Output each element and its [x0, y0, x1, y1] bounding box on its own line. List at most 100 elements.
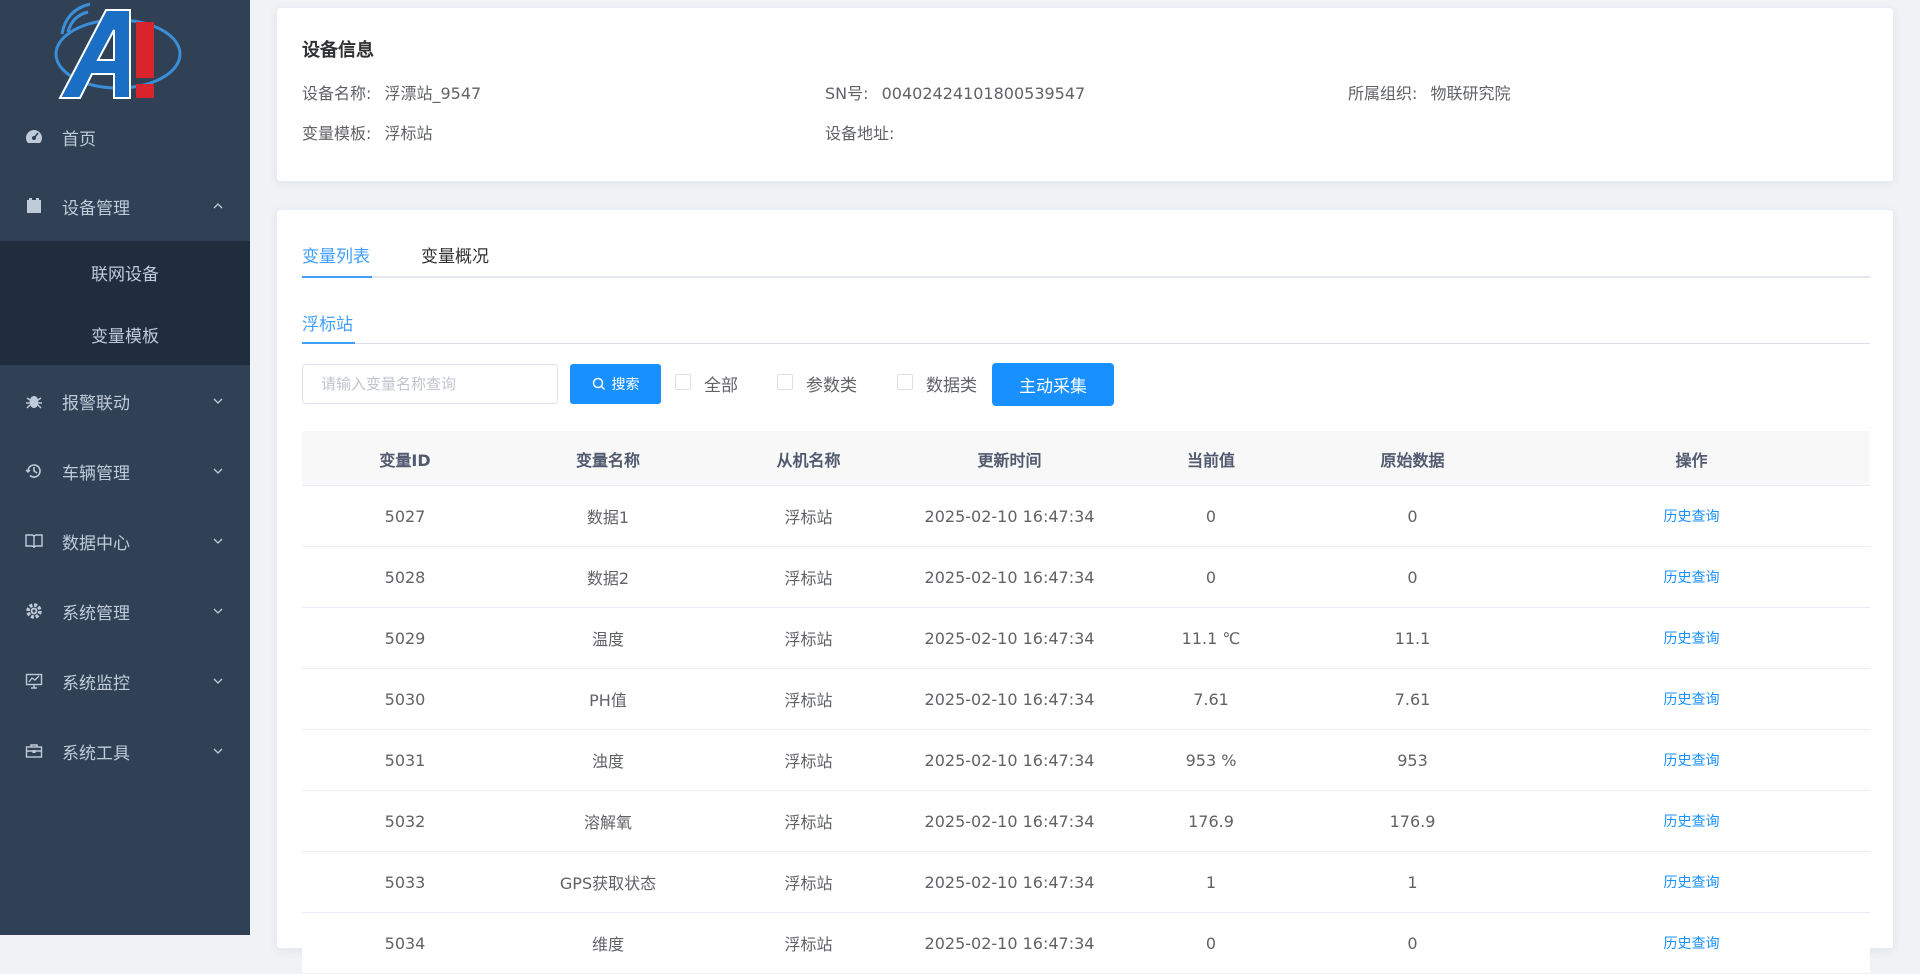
cell-name: GPS获取状态 [559, 874, 657, 893]
chevron-down-icon [213, 608, 223, 614]
checkbox-parameter[interactable] [777, 374, 793, 390]
menu-item-data-center[interactable]: 数据中心 [0, 506, 250, 576]
column-header-raw-data: 原始数据 [1380, 450, 1445, 470]
variable-search-input[interactable] [302, 364, 558, 404]
toolbox-icon [24, 741, 44, 761]
cell-name: 浊度 [591, 752, 624, 771]
menu-item-alarm-linkage[interactable]: 报警联动 [0, 366, 250, 436]
cell-current-value: 11.1 ℃ [1181, 628, 1241, 648]
cell-slave: 浮标站 [784, 935, 833, 954]
cell-update-time: 2025-02-10 16:47:34 [924, 872, 1095, 892]
subtab-divider [302, 343, 1870, 344]
table-row: 5030 PH值 浮标站 2025-02-10 16:47:34 7.61 7.61 历史查… [302, 669, 1870, 730]
cell-slave: 浮标站 [784, 508, 833, 527]
checkbox-all-label[interactable]: 全部 [704, 371, 738, 396]
device-name-value: 浮漂站_9547 [384, 84, 482, 103]
history-query-link[interactable]: 历史查询 [1664, 933, 1720, 953]
search-button[interactable]: 搜索 [570, 364, 661, 404]
book-icon [24, 531, 44, 551]
menu-item-vehicle-management[interactable]: 车辆管理 [0, 436, 250, 506]
menu-label: 系统工具 [62, 743, 130, 764]
cell-update-time: 2025-02-10 16:47:34 [924, 567, 1095, 587]
active-collect-label: 主动采集 [1019, 377, 1087, 397]
checkbox-all[interactable] [675, 374, 691, 390]
chevron-down-icon [213, 468, 223, 474]
menu-item-system-management[interactable]: 系统管理 [0, 576, 250, 646]
column-header-id: 变量ID [379, 450, 431, 470]
chevron-down-icon [213, 748, 223, 754]
sn-label: SN号: [825, 84, 869, 103]
device-name-label: 设备名称: [302, 84, 372, 103]
menu-label: 设备管理 [62, 198, 130, 219]
cell-action: 历史查询 [1513, 730, 1870, 790]
active-collect-button[interactable]: 主动采集 [992, 363, 1114, 406]
checkbox-data[interactable] [897, 374, 913, 390]
tab-variable-overview[interactable]: 变量概况 [421, 242, 489, 267]
cell-name: 溶解氧 [583, 813, 632, 832]
column-header-current-value: 当前值 [1186, 450, 1235, 470]
cell-update-time: 2025-02-10 16:47:34 [924, 750, 1095, 770]
cell-raw-data: 7.61 [1394, 689, 1431, 709]
cell-raw-data: 953 [1397, 750, 1428, 770]
menu-label: 数据中心 [62, 533, 130, 554]
menu-item-system-tools[interactable]: 系统工具 [0, 716, 250, 786]
table-row: 5029 温度 浮标站 2025-02-10 16:47:34 11.1 ℃ 11.1 历史… [302, 608, 1870, 669]
organization-row: 所属组织: 物联研究院 [1348, 80, 1511, 104]
cell-current-value: 0 [1205, 567, 1217, 587]
chevron-down-icon [213, 678, 223, 684]
cell-action: 历史查询 [1513, 547, 1870, 607]
bug-icon [24, 391, 44, 411]
cell-slave: 浮标站 [784, 752, 833, 771]
history-query-link[interactable]: 历史查询 [1664, 567, 1720, 587]
menu-label: 系统监控 [62, 673, 130, 694]
history-query-link[interactable]: 历史查询 [1664, 506, 1720, 526]
cell-current-value: 7.61 [1193, 689, 1229, 709]
history-query-link[interactable]: 历史查询 [1664, 689, 1720, 709]
cell-name: 维度 [591, 935, 624, 954]
column-header-name: 变量名称 [575, 450, 640, 470]
monitor-icon [24, 671, 44, 691]
cell-raw-data: 11.1 [1394, 628, 1431, 648]
cell-current-value: 1 [1205, 872, 1217, 892]
menu-item-home[interactable]: 首页 [0, 102, 250, 172]
cell-update-time: 2025-02-10 16:47:34 [924, 506, 1095, 526]
menu-item-device-management[interactable]: 设备管理 [0, 171, 250, 241]
subtab-active-indicator [302, 342, 355, 344]
template-row: 变量模板: 浮标站 [302, 120, 433, 144]
sn-value: 0040242410180053954​7 [881, 84, 1086, 103]
cell-action: 历史查询 [1513, 608, 1870, 668]
cell-action: 历史查询 [1513, 852, 1870, 912]
device-info-title: 设备信息 [302, 40, 374, 61]
submenu-label: 变量模板 [91, 326, 159, 347]
checkbox-parameter-label[interactable]: 参数类 [806, 371, 857, 396]
cell-id: 5027 [384, 506, 426, 526]
table-row: 5034 维度 浮标站 2025-02-10 16:47:34 0 0 历史查询 [302, 913, 1870, 974]
cell-raw-data: 0 [1407, 933, 1418, 953]
device-icon [24, 196, 44, 216]
cell-current-value: 0 [1205, 506, 1217, 526]
subtab-buoy-station[interactable]: 浮标站 [302, 310, 353, 335]
history-query-link[interactable]: 历史查询 [1664, 750, 1720, 770]
history-query-link[interactable]: 历史查询 [1664, 811, 1720, 831]
address-label: 设备地址: [825, 124, 895, 143]
cell-id: 5032 [384, 811, 426, 831]
chevron-down-icon [213, 398, 223, 404]
column-header-action: 操作 [1675, 450, 1708, 470]
submenu-item-variable-template[interactable]: 变量模板 [0, 303, 250, 365]
menu-item-system-monitor[interactable]: 系统监控 [0, 646, 250, 716]
checkbox-data-label[interactable]: 数据类 [926, 371, 977, 396]
column-header-update-time: 更新时间 [977, 450, 1042, 470]
menu-label: 首页 [62, 129, 96, 150]
cell-raw-data: 176.9 [1389, 811, 1436, 831]
address-row: 设备地址: [825, 120, 902, 144]
submenu-item-networked-devices[interactable]: 联网设备 [0, 241, 250, 303]
cell-update-time: 2025-02-10 16:47:34 [924, 689, 1095, 709]
search-icon [592, 377, 605, 391]
history-query-link[interactable]: 历史查询 [1664, 872, 1720, 892]
cell-id: 5034 [384, 933, 426, 953]
history-query-link[interactable]: 历史查询 [1664, 628, 1720, 648]
template-value: 浮标站 [384, 124, 433, 143]
cell-raw-data: 0 [1407, 567, 1418, 587]
table-row: 5028 数据2 浮标站 2025-02-10 16:47:34 0 0 历史查询 [302, 547, 1870, 608]
tab-variable-list[interactable]: 变量列表 [302, 242, 370, 267]
